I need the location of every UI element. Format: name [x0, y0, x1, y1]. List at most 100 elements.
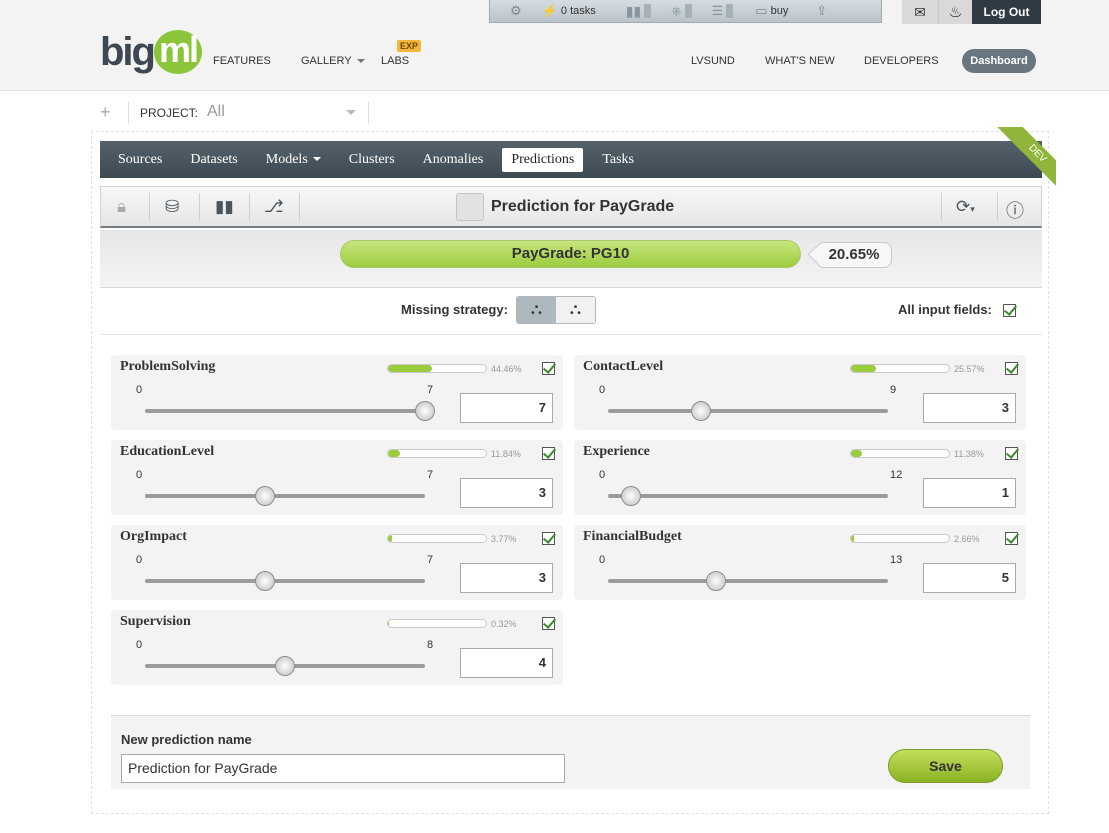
save-prediction-panel: New prediction name Prediction for PayGr…	[111, 715, 1030, 789]
field-checkbox[interactable]	[1005, 447, 1018, 460]
share-icon[interactable]: ⇪	[816, 3, 827, 19]
card-icon: ▭	[755, 3, 768, 18]
slider-track[interactable]	[145, 579, 425, 583]
nav-user[interactable]: LVSUND	[691, 55, 735, 67]
field-value-input[interactable]: 3	[923, 393, 1016, 423]
lightning-icon: ⚡	[541, 3, 558, 18]
nav-features[interactable]: FEATURES	[213, 55, 271, 67]
tasks-indicator[interactable]: ⚡ 0 tasks	[542, 3, 596, 19]
importance-fill	[851, 450, 863, 457]
field-checkbox[interactable]	[1005, 362, 1018, 375]
add-project-icon[interactable]: +	[100, 102, 111, 123]
nav-developers[interactable]: DEVELOPERS	[864, 55, 939, 67]
field-checkbox[interactable]	[1005, 532, 1018, 545]
slider-track[interactable]	[608, 494, 888, 498]
save-button[interactable]: Save	[888, 749, 1003, 783]
nav-labs[interactable]: LABS	[381, 55, 409, 67]
slider-handle[interactable]	[255, 571, 275, 591]
dashboard-button[interactable]: Dashboard	[962, 49, 1036, 73]
slider-track[interactable]	[608, 409, 888, 413]
importance-value: 11.84%	[491, 449, 521, 459]
field-name: ContactLevel	[583, 359, 664, 374]
slider-min: 0	[136, 639, 143, 651]
slider-handle[interactable]	[275, 656, 295, 676]
labs-exp-badge: EXP	[397, 40, 422, 52]
project-select[interactable]: All	[207, 103, 225, 121]
chevron-down-icon	[312, 157, 321, 162]
divider	[249, 193, 250, 221]
field-value-input[interactable]: 5	[923, 563, 1016, 593]
field-value-input[interactable]: 3	[460, 478, 553, 508]
flame-icon[interactable]: ♨	[938, 0, 972, 24]
actions-menu-icon[interactable]: ⟳▾	[956, 197, 975, 217]
bigml-logo[interactable]: big ml	[100, 30, 202, 74]
field-value-input[interactable]: 4	[460, 648, 553, 678]
tab-sources[interactable]: Sources	[109, 148, 171, 172]
divider	[199, 193, 200, 221]
slider-handle[interactable]	[255, 486, 275, 506]
network-gauge	[684, 4, 692, 18]
field-card: ContactLevel 25.57% 0 9 3	[574, 355, 1026, 430]
slider-handle[interactable]	[691, 401, 712, 421]
field-card: EducationLevel 11.84% 0 7 3	[111, 440, 563, 515]
field-name: Experience	[583, 444, 650, 459]
sliders-icon[interactable]: ☰	[712, 3, 734, 19]
tab-predictions[interactable]: Predictions	[502, 147, 584, 172]
options-row: Missing strategy: ⛬ ⛬ All input fields:	[100, 289, 1042, 335]
prediction-name-input[interactable]: Prediction for PayGrade	[121, 754, 565, 783]
slider-handle[interactable]	[415, 401, 435, 421]
gear-icon[interactable]: ⚙	[510, 3, 522, 19]
mail-icon[interactable]: ✉	[902, 0, 938, 24]
dataset-search-icon[interactable]: ⛁	[165, 197, 179, 217]
importance-value: 25.57%	[954, 364, 985, 374]
slider-track[interactable]	[145, 409, 425, 413]
tab-clusters[interactable]: Clusters	[340, 148, 404, 172]
field-name: OrgImpact	[120, 529, 187, 544]
slider-handle[interactable]	[705, 571, 726, 591]
chart-search-icon[interactable]: ▮▮	[215, 197, 234, 217]
field-checkbox[interactable]	[542, 447, 555, 460]
importance-value: 11.38%	[954, 449, 984, 459]
divider	[149, 193, 150, 221]
nav-gallery[interactable]: GALLERY	[301, 55, 365, 67]
field-value-input[interactable]: 1	[923, 478, 1016, 508]
last-prediction-strategy-button[interactable]: ⛬	[517, 297, 556, 323]
logout-button[interactable]: Log Out	[972, 0, 1041, 24]
slider-max: 8	[427, 639, 434, 651]
model-search-icon[interactable]: ⎇	[264, 197, 284, 217]
all-inputs-checkbox[interactable]	[1003, 304, 1016, 317]
slider-min: 0	[599, 554, 606, 566]
tab-anomalies[interactable]: Anomalies	[414, 148, 493, 172]
slider-handle[interactable]	[621, 486, 642, 506]
nav-whats-new[interactable]: WHAT'S NEW	[765, 55, 835, 67]
tab-datasets[interactable]: Datasets	[181, 148, 246, 172]
buy-link[interactable]: ▭ buy	[755, 3, 788, 19]
prediction-name-label: New prediction name	[121, 732, 252, 747]
tab-tasks[interactable]: Tasks	[593, 148, 643, 172]
bar-chart-gauge	[644, 4, 652, 18]
chevron-down-icon[interactable]	[346, 110, 356, 115]
lock-icon[interactable]: 🔒︎	[117, 197, 126, 217]
divider	[997, 193, 998, 221]
field-checkbox[interactable]	[542, 617, 555, 630]
network-icon[interactable]: ⎈	[671, 3, 692, 19]
importance-bar	[387, 534, 487, 543]
field-checkbox[interactable]	[542, 532, 555, 545]
bar-chart-icon[interactable]: ▮▮	[626, 3, 652, 20]
field-card: FinancialBudget 2.66% 0 13 5	[574, 525, 1026, 600]
proportional-strategy-button[interactable]: ⛬	[556, 297, 595, 323]
status-bar: ⚙ ⚡ 0 tasks ▮▮ ⎈ ☰ ▭ buy ⇪	[489, 0, 882, 23]
page-title: Prediction for PayGrade	[491, 198, 675, 215]
slider-track[interactable]	[608, 579, 888, 583]
field-value-input[interactable]: 7	[460, 393, 553, 423]
info-icon[interactable]: ⓘ	[1006, 197, 1024, 223]
field-name: EducationLevel	[120, 444, 215, 459]
divider	[299, 193, 300, 221]
slider-track[interactable]	[145, 494, 425, 498]
importance-value: 2.66%	[954, 534, 980, 544]
tab-models[interactable]: Models	[257, 148, 330, 172]
field-value-input[interactable]: 3	[460, 563, 553, 593]
chevron-down-icon	[356, 59, 365, 64]
field-checkbox[interactable]	[542, 362, 555, 375]
importance-bar	[850, 534, 950, 543]
